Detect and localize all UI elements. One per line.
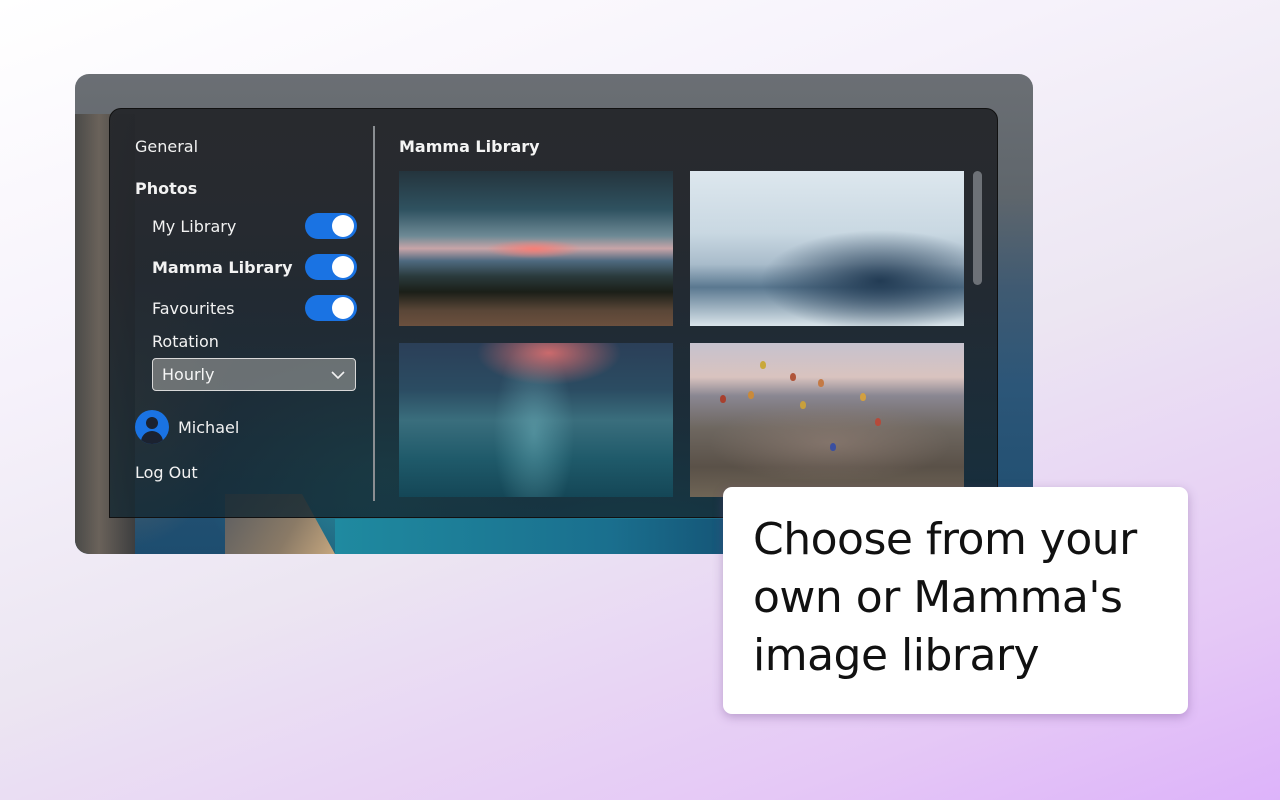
library-row-favourites: Favourites bbox=[152, 295, 357, 321]
sidebar: General Photos My Library Mamma Library … bbox=[110, 109, 375, 517]
nav-item-photos[interactable]: Photos bbox=[135, 179, 197, 198]
balloon bbox=[830, 443, 836, 451]
user-profile[interactable]: Michael bbox=[135, 410, 239, 444]
balloon bbox=[790, 373, 796, 381]
library-label: My Library bbox=[152, 216, 237, 236]
thumbnail-grid bbox=[399, 171, 964, 497]
thumbnail-scrollbar[interactable] bbox=[973, 171, 982, 285]
callout-line: Choose from your bbox=[753, 514, 1137, 565]
rotation-label: Rotation bbox=[152, 332, 219, 351]
settings-panel: General Photos My Library Mamma Library … bbox=[109, 108, 998, 518]
callout-text: Choose from your own or Mamma's image li… bbox=[753, 511, 1158, 685]
library-label: Mamma Library bbox=[152, 257, 293, 277]
library-row-mamma-library: Mamma Library bbox=[152, 254, 357, 280]
callout-line: image library bbox=[753, 630, 1040, 681]
library-label: Favourites bbox=[152, 298, 235, 318]
sidebar-divider bbox=[373, 126, 375, 501]
callout-card: Choose from your own or Mamma's image li… bbox=[723, 487, 1188, 714]
balloon bbox=[800, 401, 806, 409]
user-name: Michael bbox=[178, 417, 240, 437]
chevron-down-icon bbox=[331, 370, 345, 379]
balloon bbox=[720, 395, 726, 403]
balloon bbox=[760, 361, 766, 369]
balloon bbox=[818, 379, 824, 387]
callout-line: own or Mamma's bbox=[753, 572, 1123, 623]
my-library-toggle[interactable] bbox=[305, 213, 357, 239]
favourites-toggle[interactable] bbox=[305, 295, 357, 321]
toggle-knob bbox=[332, 256, 354, 278]
logout-link[interactable]: Log Out bbox=[135, 463, 198, 482]
toggle-knob bbox=[332, 297, 354, 319]
thumbnail-misty-forest[interactable] bbox=[690, 171, 964, 326]
rotation-selected-value: Hourly bbox=[162, 365, 215, 384]
avatar-head bbox=[146, 417, 158, 429]
user-avatar-icon bbox=[135, 410, 169, 444]
library-title: Mamma Library bbox=[399, 137, 540, 156]
thumbnail-mountain-sunset[interactable] bbox=[399, 171, 673, 326]
thumbnail-hot-air-balloons[interactable] bbox=[690, 343, 964, 497]
balloon bbox=[748, 391, 754, 399]
avatar-body bbox=[141, 431, 163, 444]
thumbnail-underwater[interactable] bbox=[399, 343, 673, 497]
toggle-knob bbox=[332, 215, 354, 237]
rotation-select[interactable]: Hourly bbox=[152, 358, 356, 391]
balloon bbox=[875, 418, 881, 426]
nav-item-general[interactable]: General bbox=[135, 137, 198, 156]
library-row-my-library: My Library bbox=[152, 213, 357, 239]
mamma-library-toggle[interactable] bbox=[305, 254, 357, 280]
balloon bbox=[860, 393, 866, 401]
